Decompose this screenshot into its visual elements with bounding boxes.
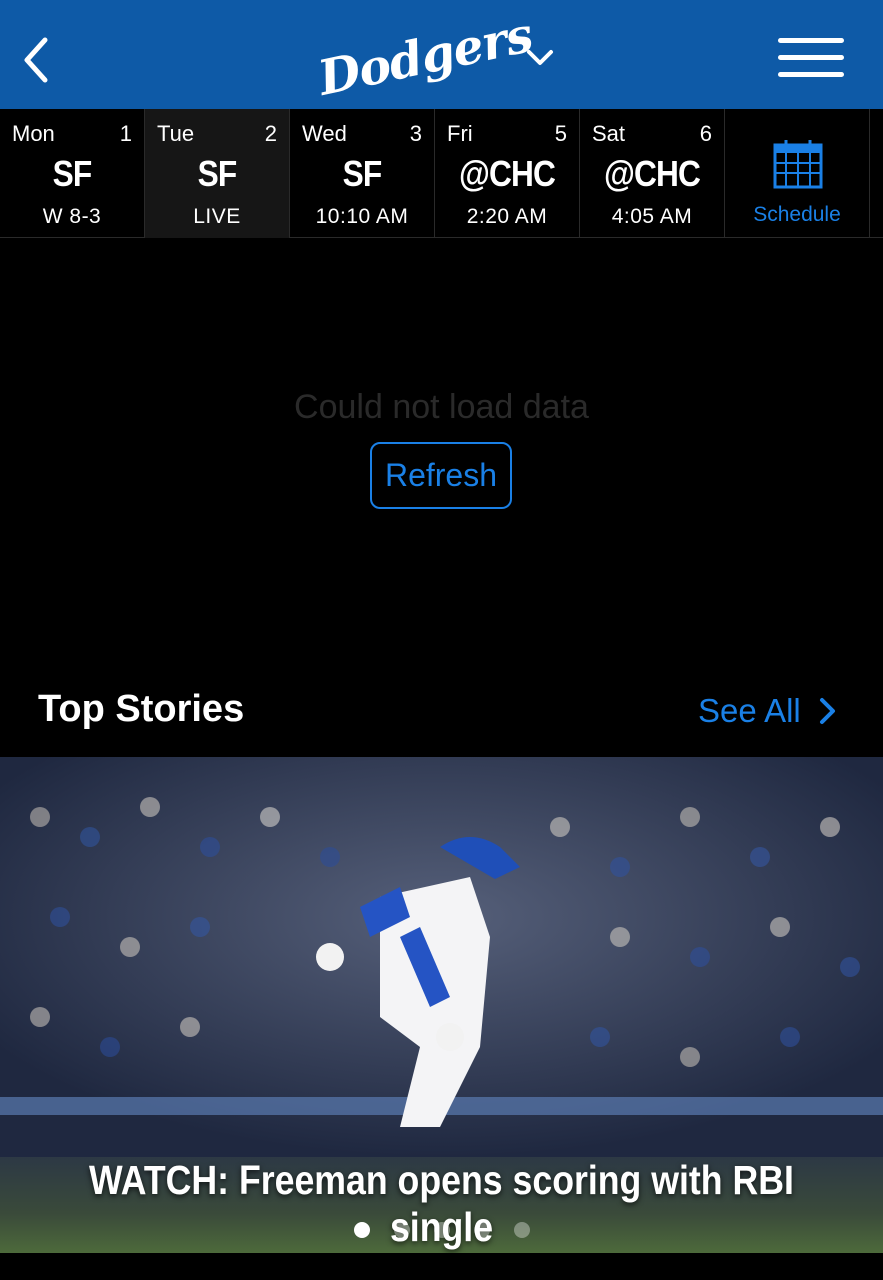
- game-status: 4:05 AM: [611, 205, 693, 228]
- carousel-dot[interactable]: [513, 1222, 530, 1238]
- hamburger-line: [778, 55, 844, 60]
- see-all-link[interactable]: See All: [698, 690, 837, 732]
- schedule-strip: Mon 1 SF W 8-3 Tue 2 SF LIVE Wed 3 SF 10…: [0, 109, 883, 238]
- featured-story-card[interactable]: WATCH: Freeman opens scoring with RBI si…: [0, 757, 883, 1253]
- back-button[interactable]: [14, 30, 58, 90]
- day-date: 3: [409, 121, 422, 146]
- day-date: 6: [699, 121, 712, 146]
- day-name: Mon: [12, 121, 55, 146]
- chevron-right-icon: [819, 698, 835, 724]
- game-status: W 8-3: [42, 205, 102, 228]
- opponent: @CHC: [603, 153, 701, 194]
- opponent: SF: [197, 153, 238, 194]
- carousel-dot[interactable]: [393, 1222, 410, 1238]
- game-day-mon[interactable]: Mon 1 SF W 8-3: [0, 109, 145, 238]
- chevron-left-icon: [24, 37, 48, 83]
- opponent: SF: [52, 153, 93, 194]
- day-date: 2: [264, 121, 277, 146]
- day-name: Fri: [447, 121, 473, 146]
- team-logo-text: Dodgers: [313, 7, 537, 107]
- hamburger-menu-icon: [778, 38, 844, 43]
- game-day-sat[interactable]: Sat 6 @CHC 4:05 AM: [580, 109, 725, 238]
- team-switch-button[interactable]: [522, 40, 558, 76]
- carousel-dot[interactable]: [353, 1222, 370, 1238]
- game-day-fri[interactable]: Fri 5 @CHC 2:20 AM: [435, 109, 580, 238]
- game-day-tue[interactable]: Tue 2 SF LIVE: [145, 109, 290, 238]
- story-photo: [0, 757, 883, 1157]
- carousel-dot[interactable]: [473, 1222, 490, 1238]
- day-name: Tue: [157, 121, 195, 146]
- carousel-dot[interactable]: [433, 1222, 450, 1238]
- day-name: Wed: [302, 121, 347, 146]
- calendar-icon: [773, 140, 823, 189]
- section-title: Top Stories: [38, 688, 245, 730]
- opponent: @CHC: [458, 153, 556, 194]
- hamburger-menu-button[interactable]: [778, 38, 848, 80]
- day-date: 1: [119, 121, 132, 146]
- carousel-indicator: [0, 1222, 883, 1238]
- refresh-button[interactable]: Refresh: [370, 442, 512, 509]
- day-date: 5: [554, 121, 567, 146]
- app-header: Dodgers: [0, 0, 883, 109]
- see-all-label: See All: [698, 692, 801, 729]
- schedule-label: Schedule: [753, 203, 841, 226]
- hamburger-line: [778, 72, 844, 77]
- team-logo[interactable]: Dodgers: [313, 7, 537, 107]
- game-status: 10:10 AM: [315, 205, 409, 228]
- opponent: SF: [342, 153, 383, 194]
- game-day-wed[interactable]: Wed 3 SF 10:10 AM: [290, 109, 435, 238]
- game-status: LIVE: [193, 205, 241, 228]
- game-status: 2:20 AM: [466, 205, 548, 228]
- chevron-down-icon: [527, 50, 553, 65]
- error-message: Could not load data: [294, 388, 589, 426]
- day-name: Sat: [592, 121, 626, 146]
- schedule-button[interactable]: Schedule: [725, 109, 870, 238]
